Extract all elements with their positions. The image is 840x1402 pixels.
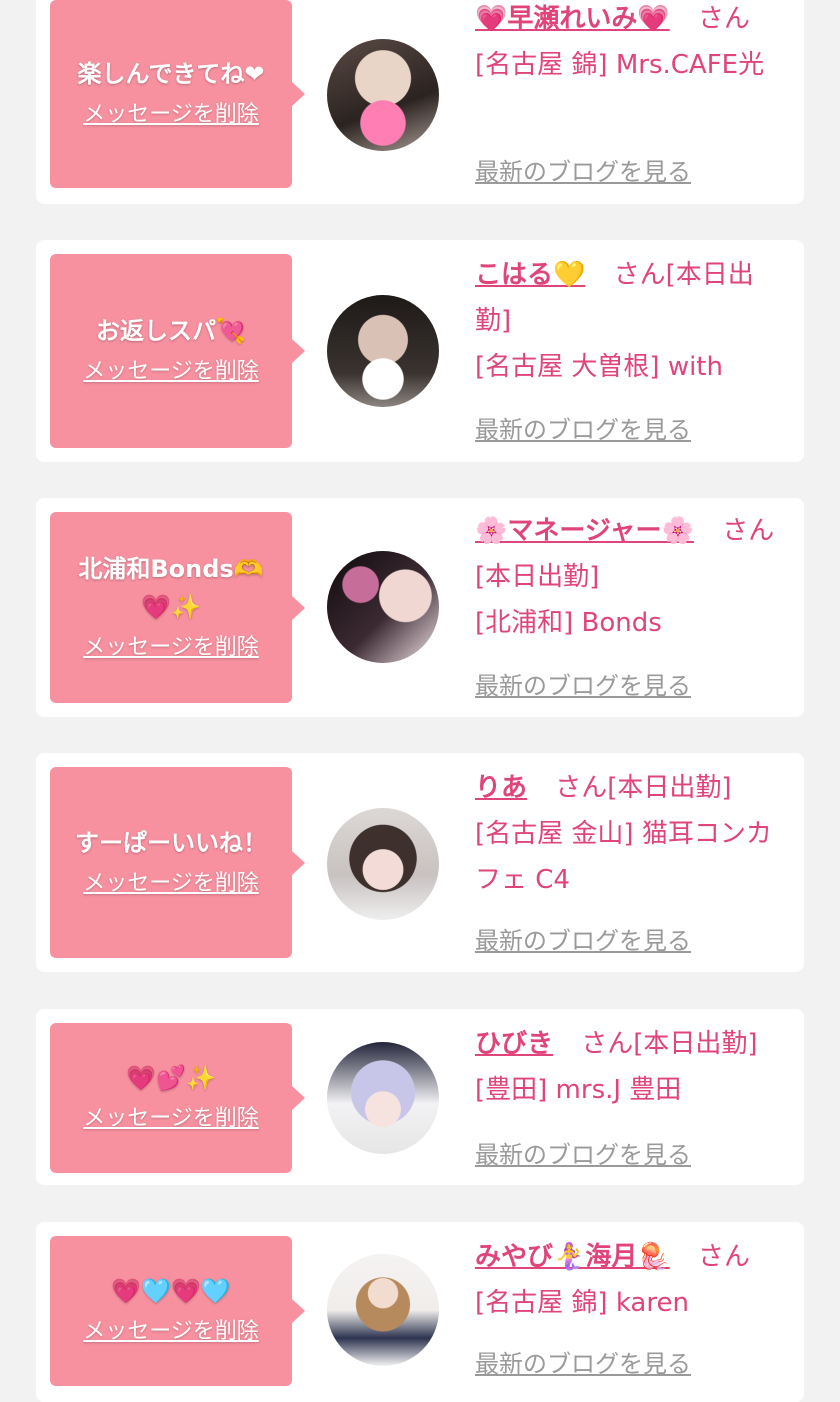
- girl-name-link[interactable]: みやび🧜‍♀️海月🪼: [475, 1242, 670, 1272]
- message-card: 💗🩵💗🩵 メッセージを削除 みやび🧜‍♀️海月🪼 さん [名古屋 錦] kare…: [36, 1222, 804, 1402]
- message-bubble: 💗🩵💗🩵 メッセージを削除: [50, 1236, 305, 1386]
- honorific-status: さん[本日出勤]: [581, 1029, 758, 1059]
- avatar[interactable]: [327, 551, 439, 663]
- message-card: すーぱーいいね！ メッセージを削除 りあ さん[本日出勤] [名古屋 金山] 猫…: [36, 753, 804, 972]
- avatar[interactable]: [327, 1042, 439, 1154]
- delete-message-link[interactable]: メッセージを削除: [83, 1101, 259, 1137]
- message-text: 楽しんできてね❤: [77, 60, 265, 88]
- message-card: 北浦和Bonds🫶💗✨ メッセージを削除 🌸マネージャー🌸 さん[本日出勤] […: [36, 498, 804, 717]
- latest-blog-link[interactable]: 最新のブログを見る: [475, 666, 691, 701]
- message-text: 北浦和Bonds🫶💗✨: [78, 554, 264, 621]
- girl-info: みやび🧜‍♀️海月🪼 さん [名古屋 錦] karen: [475, 1234, 780, 1326]
- girl-info: こはる💛 さん[本日出勤] [名古屋 大曽根] with: [475, 252, 780, 390]
- latest-blog-link[interactable]: 最新のブログを見る: [475, 1135, 691, 1170]
- girl-info: 🌸マネージャー🌸 さん[本日出勤] [北浦和] Bonds: [475, 508, 780, 646]
- latest-blog-link[interactable]: 最新のブログを見る: [475, 921, 691, 956]
- delete-message-link[interactable]: メッセージを削除: [83, 630, 259, 666]
- message-text: 💗🩵💗🩵: [111, 1277, 231, 1305]
- message-card: お返しスパ💘 メッセージを削除 こはる💛 さん[本日出勤] [名古屋 大曽根] …: [36, 240, 804, 462]
- girl-info: ひびき さん[本日出勤] [豊田] mrs.J 豊田: [475, 1021, 780, 1113]
- message-card: 楽しんできてね❤ メッセージを削除 💗早瀬れいみ💗 さん [名古屋 錦] Mrs…: [36, 0, 804, 204]
- message-card: 💗💕✨ メッセージを削除 ひびき さん[本日出勤] [豊田] mrs.J 豊田 …: [36, 1009, 804, 1185]
- message-text: すーぱーいいね！: [75, 828, 267, 857]
- avatar[interactable]: [327, 39, 439, 151]
- latest-blog-link[interactable]: 最新のブログを見る: [475, 410, 691, 445]
- message-bubble: 💗💕✨ メッセージを削除: [50, 1023, 305, 1173]
- girl-info: 💗早瀬れいみ💗 さん [名古屋 錦] Mrs.CAFE光: [475, 0, 780, 88]
- shop-name: [名古屋 金山] 猫耳コンカフェ C4: [475, 819, 772, 895]
- latest-blog-link[interactable]: 最新のブログを見る: [475, 152, 691, 187]
- avatar[interactable]: [327, 1254, 439, 1366]
- latest-blog-link[interactable]: 最新のブログを見る: [475, 1344, 691, 1379]
- girl-name-link[interactable]: こはる💛: [475, 260, 585, 290]
- delete-message-link[interactable]: メッセージを削除: [83, 354, 259, 390]
- shop-name: [北浦和] Bonds: [475, 608, 662, 638]
- delete-message-link[interactable]: メッセージを削除: [83, 866, 259, 902]
- delete-message-link[interactable]: メッセージを削除: [83, 97, 259, 133]
- honorific-status: さん[本日出勤]: [555, 773, 732, 803]
- message-text: お返しスパ💘: [96, 317, 246, 345]
- shop-name: [豊田] mrs.J 豊田: [475, 1075, 682, 1105]
- avatar[interactable]: [327, 295, 439, 407]
- girl-name-link[interactable]: 🌸マネージャー🌸: [475, 516, 694, 546]
- girl-name-link[interactable]: 💗早瀬れいみ💗: [475, 4, 670, 34]
- shop-name: [名古屋 錦] Mrs.CAFE光: [475, 50, 765, 80]
- shop-name: [名古屋 錦] karen: [475, 1288, 689, 1318]
- honorific-status: さん: [698, 4, 751, 34]
- girl-name-link[interactable]: りあ: [475, 773, 527, 803]
- shop-name: [名古屋 大曽根] with: [475, 352, 723, 382]
- girl-info: りあ さん[本日出勤] [名古屋 金山] 猫耳コンカフェ C4: [475, 765, 780, 903]
- message-text: 💗💕✨: [126, 1064, 216, 1092]
- message-bubble: すーぱーいいね！ メッセージを削除: [50, 767, 305, 958]
- girl-name-link[interactable]: ひびき: [475, 1029, 553, 1059]
- delete-message-link[interactable]: メッセージを削除: [83, 1314, 259, 1350]
- honorific-status: さん: [698, 1242, 751, 1272]
- message-bubble: 楽しんできてね❤ メッセージを削除: [50, 0, 305, 188]
- message-bubble: お返しスパ💘 メッセージを削除: [50, 254, 305, 448]
- avatar[interactable]: [327, 808, 439, 920]
- message-bubble: 北浦和Bonds🫶💗✨ メッセージを削除: [50, 512, 305, 703]
